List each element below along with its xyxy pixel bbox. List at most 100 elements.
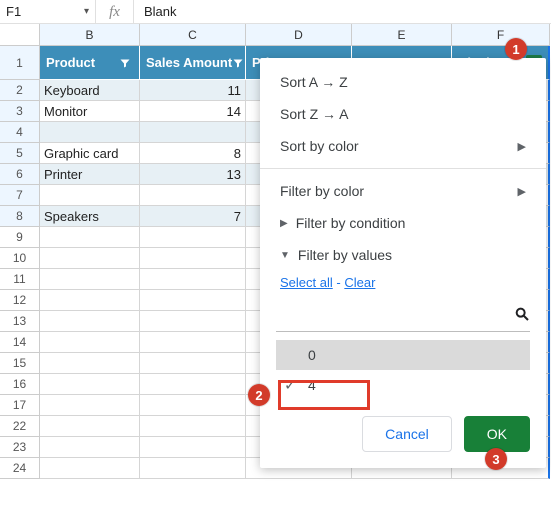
- cell[interactable]: [140, 458, 246, 479]
- chevron-right-icon: ▶: [518, 140, 526, 153]
- row-number[interactable]: 7: [0, 185, 40, 206]
- filter-icon[interactable]: [232, 55, 244, 71]
- cell[interactable]: [40, 227, 140, 248]
- cell[interactable]: [140, 416, 246, 437]
- row-number[interactable]: 6: [0, 164, 40, 185]
- cell[interactable]: [40, 374, 140, 395]
- cell[interactable]: [40, 437, 140, 458]
- row-number[interactable]: 15: [0, 353, 40, 374]
- filter-value-0[interactable]: 0: [276, 340, 530, 370]
- row-number[interactable]: 11: [0, 269, 40, 290]
- row-number[interactable]: 10: [0, 248, 40, 269]
- menu-label: Filter by condition: [296, 215, 406, 231]
- header-cell-sales-amount[interactable]: Sales Amount: [140, 46, 246, 80]
- cell[interactable]: [140, 227, 246, 248]
- cell[interactable]: [40, 311, 140, 332]
- menu-filter-color[interactable]: Filter by color▶: [260, 175, 546, 207]
- cell[interactable]: [140, 248, 246, 269]
- formula-bar-value[interactable]: Blank: [134, 4, 177, 19]
- filter-value-4[interactable]: ✓ 4: [276, 370, 530, 400]
- cell[interactable]: [40, 332, 140, 353]
- cell[interactable]: [40, 458, 140, 479]
- cell[interactable]: [140, 395, 246, 416]
- row-number[interactable]: 13: [0, 311, 40, 332]
- formula-bar-row: F1 ▾ fx Blank: [0, 0, 551, 24]
- menu-label: Filter by values: [298, 247, 392, 263]
- cell[interactable]: Graphic card: [40, 143, 140, 164]
- cell[interactable]: [140, 269, 246, 290]
- menu-sort-za[interactable]: Sort Z → A: [260, 98, 546, 130]
- filter-icon[interactable]: [117, 55, 133, 71]
- menu-filter-values[interactable]: ▼ Filter by values: [260, 239, 546, 271]
- cell[interactable]: [140, 290, 246, 311]
- cell[interactable]: [40, 122, 140, 143]
- chevron-right-icon: ▶: [518, 185, 526, 198]
- cell[interactable]: [140, 437, 246, 458]
- col-header-f[interactable]: F: [452, 24, 550, 46]
- row-number[interactable]: 24: [0, 458, 40, 479]
- cell[interactable]: [140, 122, 246, 143]
- filter-links: Select all - Clear: [260, 271, 546, 298]
- cancel-button[interactable]: Cancel: [362, 416, 452, 452]
- select-all-corner[interactable]: [0, 24, 40, 46]
- cell[interactable]: [140, 374, 246, 395]
- clear-link[interactable]: Clear: [344, 275, 375, 290]
- cell[interactable]: [40, 269, 140, 290]
- row-number[interactable]: 23: [0, 437, 40, 458]
- callout-3: 3: [485, 448, 507, 470]
- filter-search[interactable]: [276, 302, 530, 332]
- cell[interactable]: [140, 311, 246, 332]
- cell[interactable]: Speakers: [40, 206, 140, 227]
- cell[interactable]: 14: [140, 101, 246, 122]
- menu-sort-az[interactable]: Sort A → Z: [260, 66, 546, 98]
- cell[interactable]: [40, 353, 140, 374]
- row-number[interactable]: 3: [0, 101, 40, 122]
- cell[interactable]: [40, 395, 140, 416]
- row-number[interactable]: 17: [0, 395, 40, 416]
- cell[interactable]: 7: [140, 206, 246, 227]
- select-all-link[interactable]: Select all: [280, 275, 333, 290]
- menu-filter-condition[interactable]: ▶Filter by condition: [260, 207, 546, 239]
- row-number[interactable]: 16: [0, 374, 40, 395]
- filter-search-input[interactable]: [276, 308, 514, 326]
- name-box[interactable]: F1 ▾: [0, 0, 96, 24]
- triangle-down-icon: ▼: [280, 250, 290, 261]
- col-header-b[interactable]: B: [40, 24, 140, 46]
- cell[interactable]: [40, 248, 140, 269]
- cell[interactable]: [40, 185, 140, 206]
- button-label: Cancel: [385, 426, 429, 442]
- cell[interactable]: Keyboard: [40, 80, 140, 101]
- cell[interactable]: [140, 353, 246, 374]
- cell[interactable]: 11: [140, 80, 246, 101]
- filter-buttons: Cancel OK: [260, 400, 546, 456]
- row-number[interactable]: 14: [0, 332, 40, 353]
- menu-sort-color[interactable]: Sort by color▶: [260, 130, 546, 162]
- menu-label: Sort A → Z: [280, 74, 348, 90]
- cell[interactable]: [140, 332, 246, 353]
- cell[interactable]: 8: [140, 143, 246, 164]
- callout-2: 2: [248, 384, 270, 406]
- row-number[interactable]: 9: [0, 227, 40, 248]
- name-box-value: F1: [6, 4, 21, 19]
- ok-button[interactable]: OK: [464, 416, 530, 452]
- row-number[interactable]: 8: [0, 206, 40, 227]
- col-header-d[interactable]: D: [246, 24, 352, 46]
- row-number[interactable]: 12: [0, 290, 40, 311]
- row-number[interactable]: 22: [0, 416, 40, 437]
- cell[interactable]: Monitor: [40, 101, 140, 122]
- cell[interactable]: [140, 185, 246, 206]
- col-header-e[interactable]: E: [352, 24, 452, 46]
- col-header-c[interactable]: C: [140, 24, 246, 46]
- row-number[interactable]: 2: [0, 80, 40, 101]
- row-number[interactable]: 4: [0, 122, 40, 143]
- cell[interactable]: 13: [140, 164, 246, 185]
- menu-separator: [260, 168, 546, 169]
- cell[interactable]: [40, 416, 140, 437]
- callout-1: 1: [505, 38, 527, 60]
- cell[interactable]: [40, 290, 140, 311]
- row-number[interactable]: 5: [0, 143, 40, 164]
- row-number[interactable]: 1: [0, 46, 40, 80]
- fx-icon: fx: [96, 0, 134, 24]
- header-cell-product[interactable]: Product: [40, 46, 140, 80]
- cell[interactable]: Printer: [40, 164, 140, 185]
